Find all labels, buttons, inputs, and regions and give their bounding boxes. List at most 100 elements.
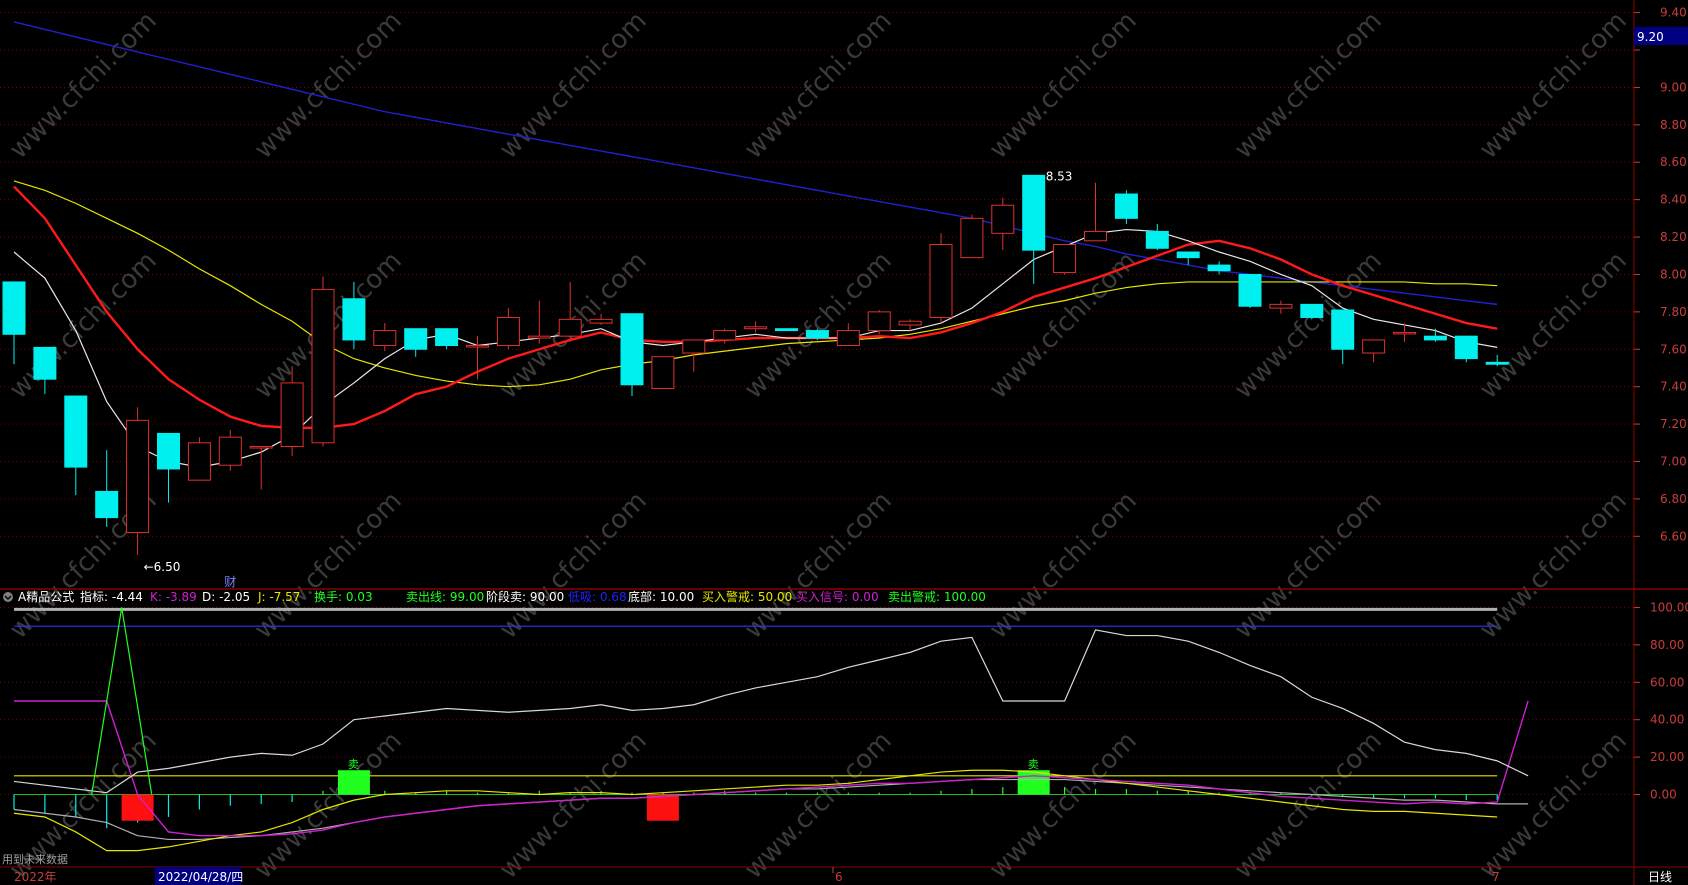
candle (1454, 335, 1478, 363)
candle-body (1454, 335, 1478, 360)
candle-body (713, 330, 737, 341)
candle (867, 309, 891, 335)
candle-body (620, 313, 644, 386)
candle-body (1393, 331, 1416, 335)
candle (775, 328, 798, 332)
candle (1053, 244, 1077, 275)
price-tick-label: 7.60 (1660, 342, 1687, 356)
candle-body (1084, 230, 1107, 242)
low-price-label: ←6.50 (144, 560, 181, 574)
candle-body (1145, 230, 1169, 249)
collapse-toggle-icon[interactable] (3, 592, 13, 602)
candle (620, 313, 644, 397)
candle (1022, 174, 1046, 284)
watermark-text: www.cfchi.com (494, 726, 653, 885)
candle-body (744, 326, 768, 330)
candle (435, 328, 459, 350)
indicator-value: 底部: 10.00 (628, 589, 694, 604)
candle-body (280, 382, 304, 448)
candle-body (64, 395, 88, 468)
candle-body (1207, 264, 1231, 272)
sell-signal-label: 卖 (1028, 758, 1039, 771)
candle-body (249, 446, 273, 449)
candle-body (496, 316, 520, 347)
candle-body (95, 490, 119, 519)
candle (651, 356, 675, 390)
period-button[interactable]: 日线 (1648, 870, 1672, 884)
candle (64, 395, 88, 496)
candle-body (991, 204, 1015, 234)
high-price-label: 8.53 (1046, 169, 1073, 183)
indicator-value: 卖出线: 99.00 (406, 590, 484, 604)
candle-body (2, 281, 26, 335)
price-tick-label: 6.60 (1660, 529, 1687, 543)
candle-body (929, 244, 953, 318)
candle-body (373, 330, 397, 347)
watermark-text: www.cfchi.com (1229, 246, 1388, 405)
finance-mark-icon[interactable]: 财 (224, 575, 236, 589)
indicator-header: A精品公式 指标: -4.44 K: -3.89 D: -2.05 J: -7.57 换… (3, 589, 986, 604)
candle-body (1114, 193, 1138, 219)
indicator-name[interactable]: A精品公式 (18, 590, 74, 604)
candle-body (836, 330, 860, 347)
price-tick-label: 8.80 (1660, 118, 1687, 132)
future-data-note: 用到未来数据 (2, 852, 68, 866)
candle-body (1362, 339, 1386, 354)
candle-body (1176, 251, 1200, 259)
candle-body (558, 318, 582, 337)
price-tick-label: 8.20 (1660, 230, 1687, 244)
price-tick-label: 9.00 (1660, 80, 1687, 94)
watermark-text: www.cfchi.com (1474, 246, 1633, 405)
candle (836, 323, 860, 347)
candle-body (682, 339, 706, 354)
date-label-month-6: 6 (835, 870, 843, 884)
sell-signal (337, 770, 370, 795)
watermark-text: www.cfchi.com (249, 486, 408, 645)
candle (1331, 309, 1355, 365)
candle (1423, 328, 1447, 342)
watermark-text: www.cfchi.com (1474, 726, 1633, 885)
candle-body (404, 328, 428, 350)
watermark-text: www.cfchi.com (739, 486, 898, 645)
indicator-value: 换手: 0.03 (314, 590, 373, 604)
candle-body (187, 442, 211, 481)
candle (1238, 273, 1262, 309)
indicator-line (13, 629, 1529, 794)
watermark-text: www.cfchi.com (249, 6, 408, 165)
date-label-month-7: 7 (1492, 870, 1500, 884)
indicator-values: 指标: -4.44 K: -3.89 D: -2.05 J: -7.57 换手: 0.0… (80, 589, 986, 604)
watermark-text: www.cfchi.com (494, 6, 653, 165)
candle-body (1022, 174, 1046, 251)
candle (805, 328, 829, 340)
indicator-tick-label: 80.00 (1650, 638, 1684, 652)
candle (1084, 182, 1107, 242)
candle (1207, 261, 1231, 275)
indicator-tick-label: 20.00 (1650, 750, 1684, 764)
candle-body (1269, 303, 1293, 309)
price-tick-label: 8.60 (1660, 155, 1687, 169)
indicator-value: 低吸: 0.68 (568, 590, 627, 604)
candle (187, 437, 211, 481)
candle (373, 323, 397, 352)
candle (527, 300, 551, 344)
candle-body (867, 311, 891, 332)
candle (1145, 223, 1169, 251)
indicator-axis: 100.00 80.00 60.00 40.00 20.00 0.00 (1634, 600, 1688, 802)
candle-body (651, 356, 675, 390)
price-tick-label: 8.40 (1660, 193, 1687, 207)
indicator-tick-label: 100.00 (1650, 600, 1688, 614)
watermark-text: www.cfchi.com (4, 6, 163, 165)
indicator-value: 买入警戒: 50.00 (702, 589, 792, 604)
candle (126, 407, 150, 555)
price-tick-label: 9.40 (1660, 6, 1687, 20)
selected-date: 2022/04/28/四 (158, 870, 243, 884)
stock-chart: www.cfchi.com www.cfchi.com www.cfchi.com w… (0, 0, 1688, 885)
price-tick-label: 8.00 (1660, 267, 1687, 281)
sell-signal-label: 卖 (348, 758, 359, 771)
candle (1300, 303, 1324, 320)
candle (1114, 190, 1138, 224)
candle (95, 450, 119, 527)
candle (496, 308, 520, 350)
price-tick-label: 7.80 (1660, 305, 1687, 319)
candle-body (960, 217, 984, 259)
